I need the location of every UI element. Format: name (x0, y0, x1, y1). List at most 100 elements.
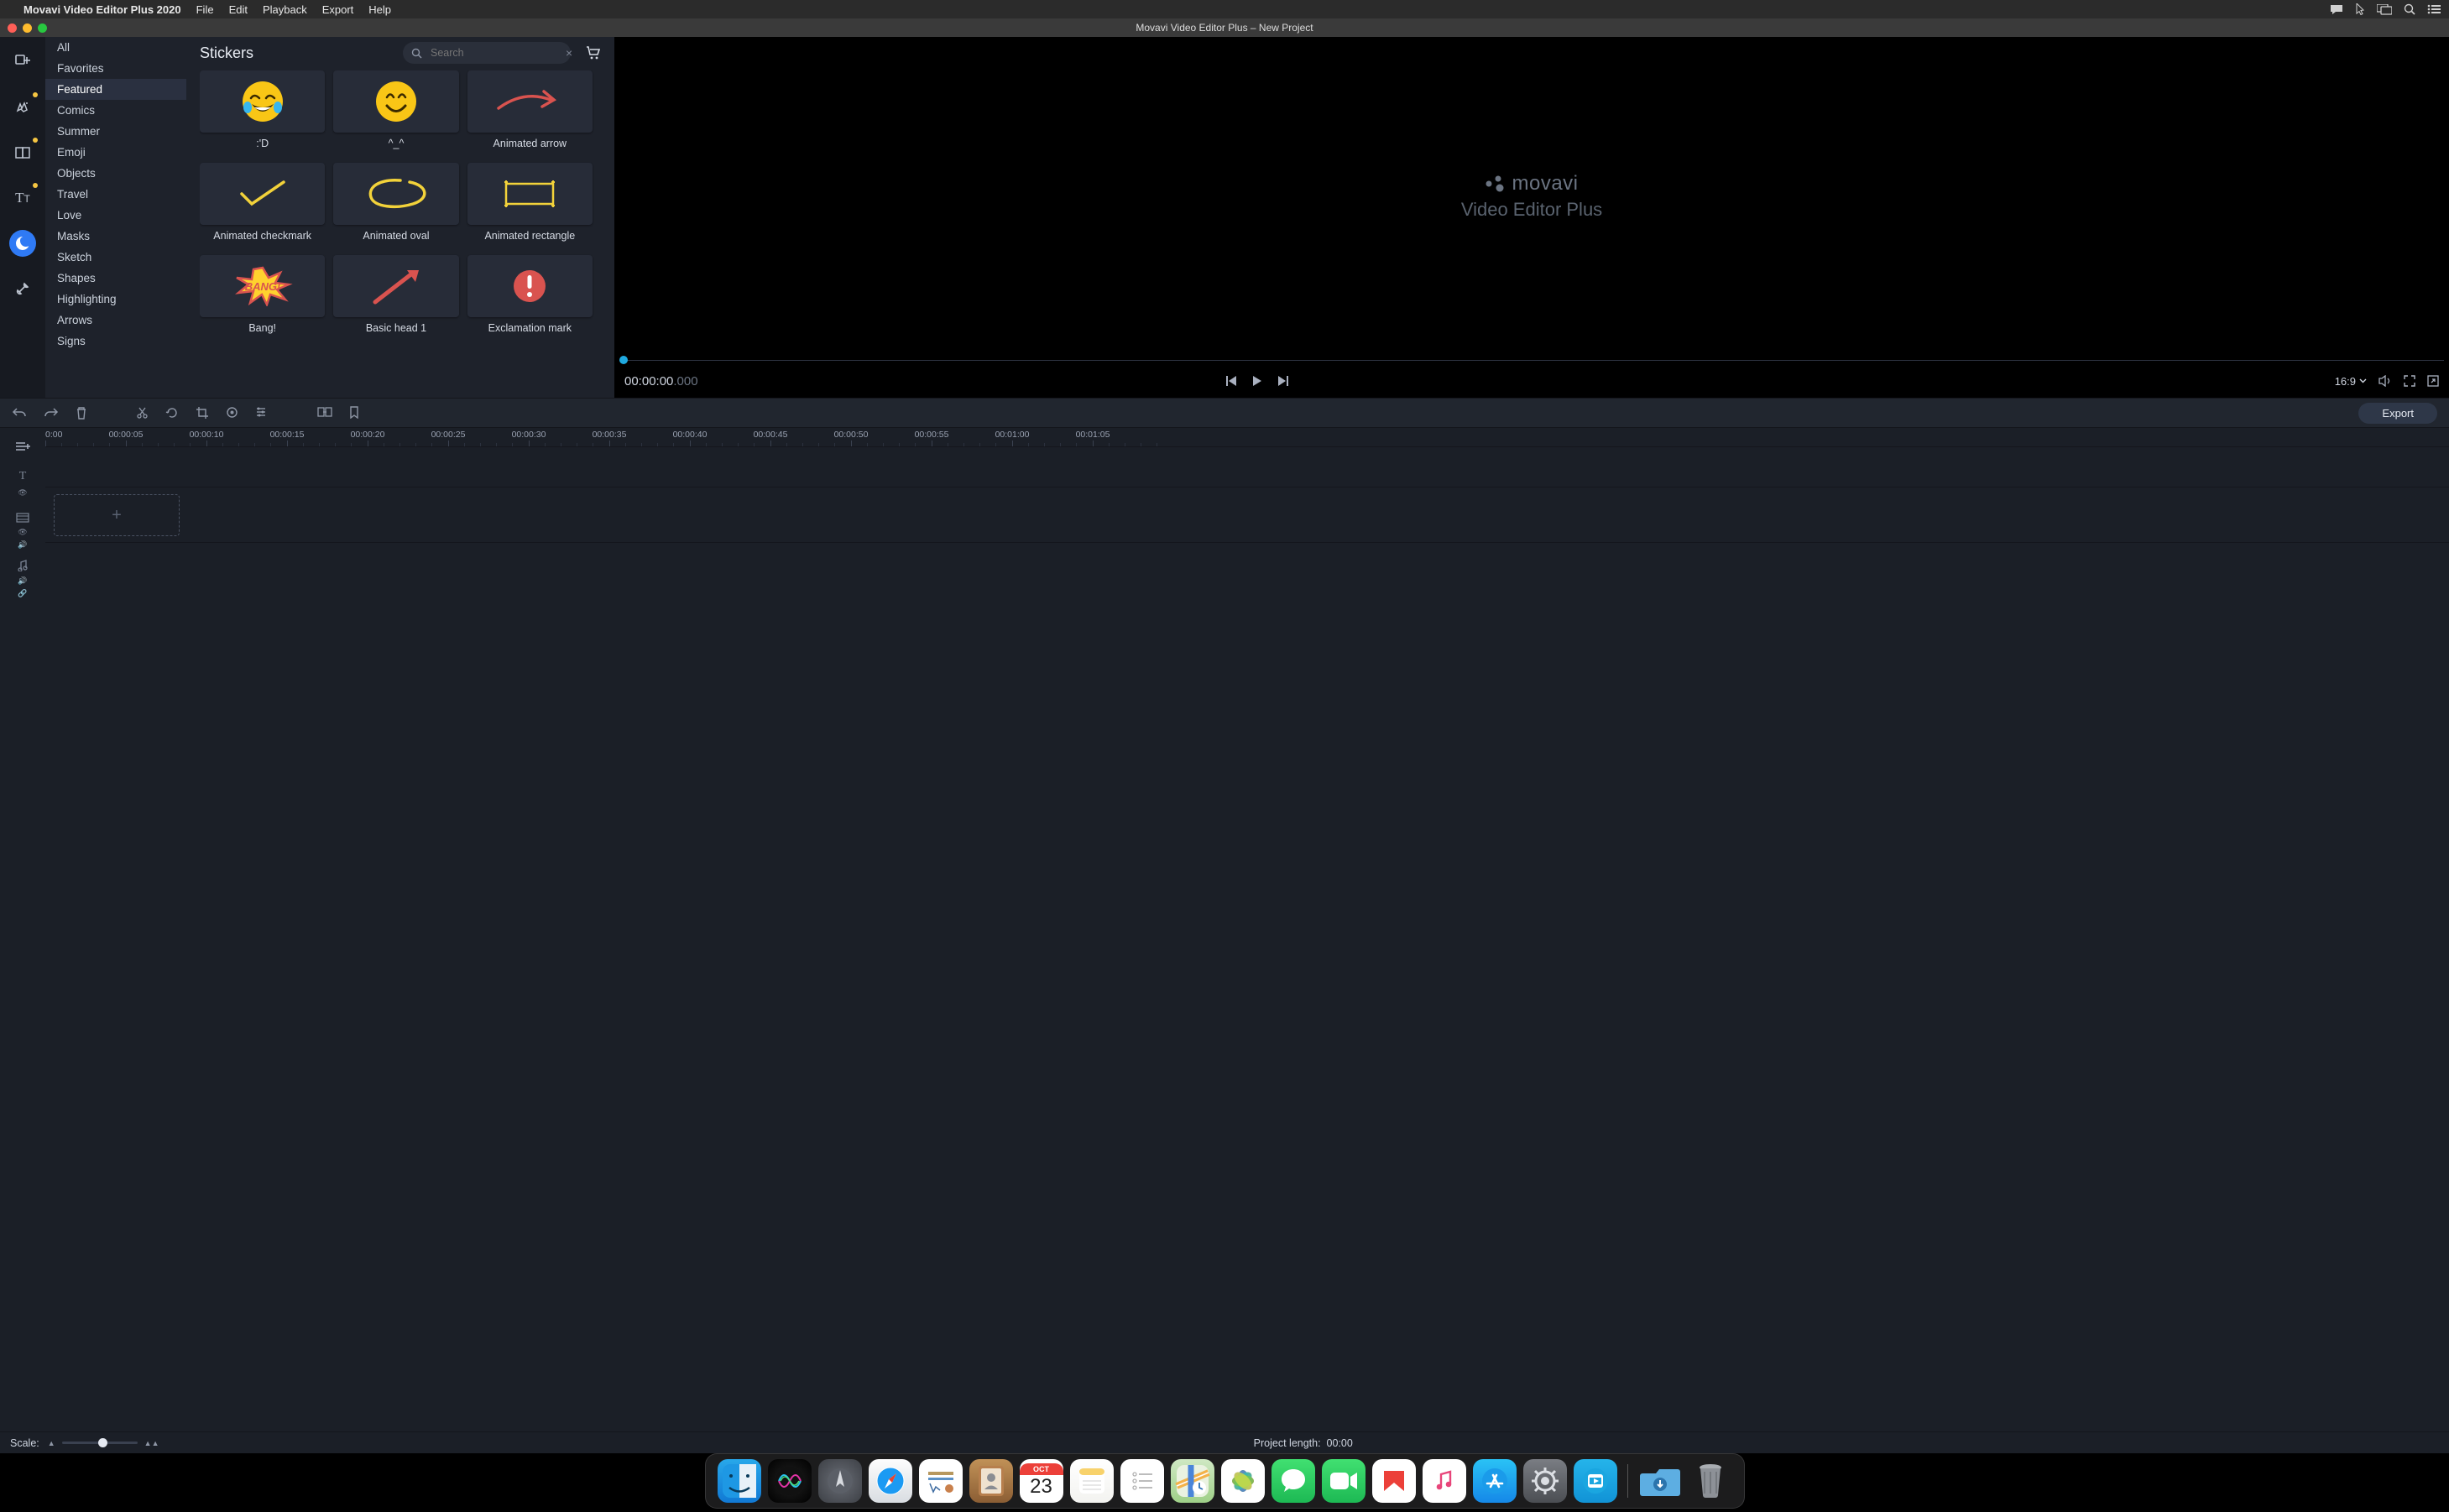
dock-calendar[interactable]: OCT 23 (1020, 1459, 1063, 1503)
tray-menu-icon[interactable] (2427, 4, 2441, 14)
sidebar-item-signs[interactable]: Signs (45, 331, 186, 352)
menu-file[interactable]: File (196, 3, 214, 16)
sticker-arrow[interactable]: Animated arrow (467, 70, 593, 149)
video-audio-icon[interactable]: 🔊 (18, 540, 27, 550)
dock-music[interactable] (1423, 1459, 1466, 1503)
dock-movavi[interactable] (1574, 1459, 1617, 1503)
sidebar-item-comics[interactable]: Comics (45, 100, 186, 121)
aspect-ratio-selector[interactable]: 16:9 (2335, 375, 2367, 388)
sidebar-item-sketch[interactable]: Sketch (45, 247, 186, 268)
sidebar-item-favorites[interactable]: Favorites (45, 58, 186, 79)
sidebar-item-love[interactable]: Love (45, 205, 186, 226)
search-box[interactable]: × (403, 42, 571, 64)
rail-transitions[interactable] (9, 139, 36, 166)
split-icon[interactable] (136, 406, 149, 420)
video-visibility-icon[interactable]: 👁 (18, 528, 27, 537)
menu-help[interactable]: Help (368, 3, 391, 16)
tray-spotlight-icon[interactable] (2404, 3, 2415, 15)
rail-import[interactable] (9, 49, 36, 76)
dock-siri[interactable] (768, 1459, 812, 1503)
scale-slider-thumb[interactable] (98, 1438, 107, 1447)
dock-downloads-folder[interactable] (1638, 1459, 1682, 1503)
rail-titles[interactable]: TT (9, 185, 36, 211)
audio-track[interactable] (45, 542, 2449, 579)
close-window-button[interactable] (8, 23, 17, 33)
titles-track[interactable] (45, 446, 2449, 487)
dock-launchpad[interactable] (818, 1459, 862, 1503)
export-button[interactable]: Export (2358, 403, 2437, 424)
sidebar-item-arrows[interactable]: Arrows (45, 310, 186, 331)
dock-photos[interactable] (1221, 1459, 1265, 1503)
dock-finder[interactable] (718, 1459, 761, 1503)
sidebar-item-objects[interactable]: Objects (45, 163, 186, 184)
delete-icon[interactable] (76, 407, 87, 420)
sticker-excl[interactable]: Exclamation mark (467, 255, 593, 334)
dock-contacts[interactable] (969, 1459, 1013, 1503)
sticker-oval[interactable]: Animated oval (333, 163, 458, 242)
tray-display-icon[interactable] (2377, 4, 2392, 15)
dock-mail[interactable] (919, 1459, 963, 1503)
audio-link-icon[interactable]: 🔗 (18, 589, 27, 598)
rail-more-tools[interactable] (9, 275, 36, 302)
dock-appstore[interactable] (1473, 1459, 1517, 1503)
playhead-dot[interactable] (619, 356, 628, 364)
redo-icon[interactable] (44, 407, 59, 420)
fullscreen-icon[interactable] (2404, 375, 2415, 387)
sidebar-item-summer[interactable]: Summer (45, 121, 186, 142)
tray-cursor-icon[interactable] (2355, 3, 2365, 15)
zoom-out-icon[interactable]: ▲ (48, 1439, 55, 1447)
scale-slider[interactable] (62, 1442, 138, 1444)
dock-trash[interactable] (1689, 1459, 1732, 1503)
sidebar-item-shapes[interactable]: Shapes (45, 268, 186, 289)
next-frame-icon[interactable] (1277, 375, 1289, 387)
mute-icon[interactable] (2379, 375, 2392, 387)
sidebar-item-featured[interactable]: Featured (45, 79, 186, 100)
dock-facetime[interactable] (1322, 1459, 1365, 1503)
color-adjust-icon[interactable] (226, 406, 238, 420)
sidebar-item-highlighting[interactable]: Highlighting (45, 289, 186, 310)
audio-mute-icon[interactable]: 🔊 (18, 576, 27, 586)
sticker-head1[interactable]: Basic head 1 (333, 255, 458, 334)
timeline-ruler[interactable]: 00:00:0000:00:0500:00:1000:00:1500:00:20… (45, 428, 2449, 446)
dock-safari[interactable] (869, 1459, 912, 1503)
track-header-audio[interactable]: 🔊🔗 (0, 560, 45, 597)
marker-icon[interactable] (349, 406, 359, 420)
rail-stickers[interactable] (9, 230, 36, 257)
timeline[interactable]: 00:00:0000:00:0500:00:1000:00:1500:00:20… (45, 428, 2449, 1431)
rotate-icon[interactable] (165, 406, 179, 420)
titles-visibility-icon[interactable]: 👁 (18, 488, 27, 498)
menu-edit[interactable]: Edit (229, 3, 248, 16)
rail-filters[interactable] (9, 94, 36, 121)
search-input[interactable] (422, 47, 566, 59)
sticker-smile[interactable]: ^_^ (333, 70, 458, 149)
crop-icon[interactable] (196, 406, 209, 420)
sidebar-item-all[interactable]: All (45, 37, 186, 58)
transition-wizard-icon[interactable] (317, 406, 332, 420)
sticker-bang[interactable]: BANG! Bang! (200, 255, 325, 334)
minimize-window-button[interactable] (23, 23, 32, 33)
dock-messages[interactable] (1271, 1459, 1315, 1503)
dock-maps[interactable] (1171, 1459, 1214, 1503)
play-icon[interactable] (1251, 375, 1263, 387)
menu-playback[interactable]: Playback (263, 3, 307, 16)
add-media-placeholder[interactable]: + (54, 494, 180, 536)
sticker-check[interactable]: Animated checkmark (200, 163, 325, 242)
video-track[interactable]: + (45, 487, 2449, 542)
menubar-app-name[interactable]: Movavi Video Editor Plus 2020 (23, 3, 181, 16)
sidebar-item-travel[interactable]: Travel (45, 184, 186, 205)
dock-systemprefs[interactable] (1523, 1459, 1567, 1503)
store-cart-icon[interactable] (586, 46, 601, 60)
dock-news[interactable] (1372, 1459, 1416, 1503)
sticker-rect[interactable]: Animated rectangle (467, 163, 593, 242)
dock-reminders[interactable] (1120, 1459, 1164, 1503)
clip-properties-icon[interactable] (255, 406, 267, 420)
undo-icon[interactable] (12, 407, 27, 420)
sticker-joy[interactable]: :'D (200, 70, 325, 149)
sidebar-item-emoji[interactable]: Emoji (45, 142, 186, 163)
clear-search-icon[interactable]: × (566, 46, 572, 60)
menu-export[interactable]: Export (322, 3, 354, 16)
zoom-in-icon[interactable]: ▲▲ (144, 1439, 159, 1447)
playhead-track[interactable] (614, 356, 2449, 364)
tray-chat-icon[interactable] (2330, 4, 2343, 15)
zoom-window-button[interactable] (38, 23, 47, 33)
